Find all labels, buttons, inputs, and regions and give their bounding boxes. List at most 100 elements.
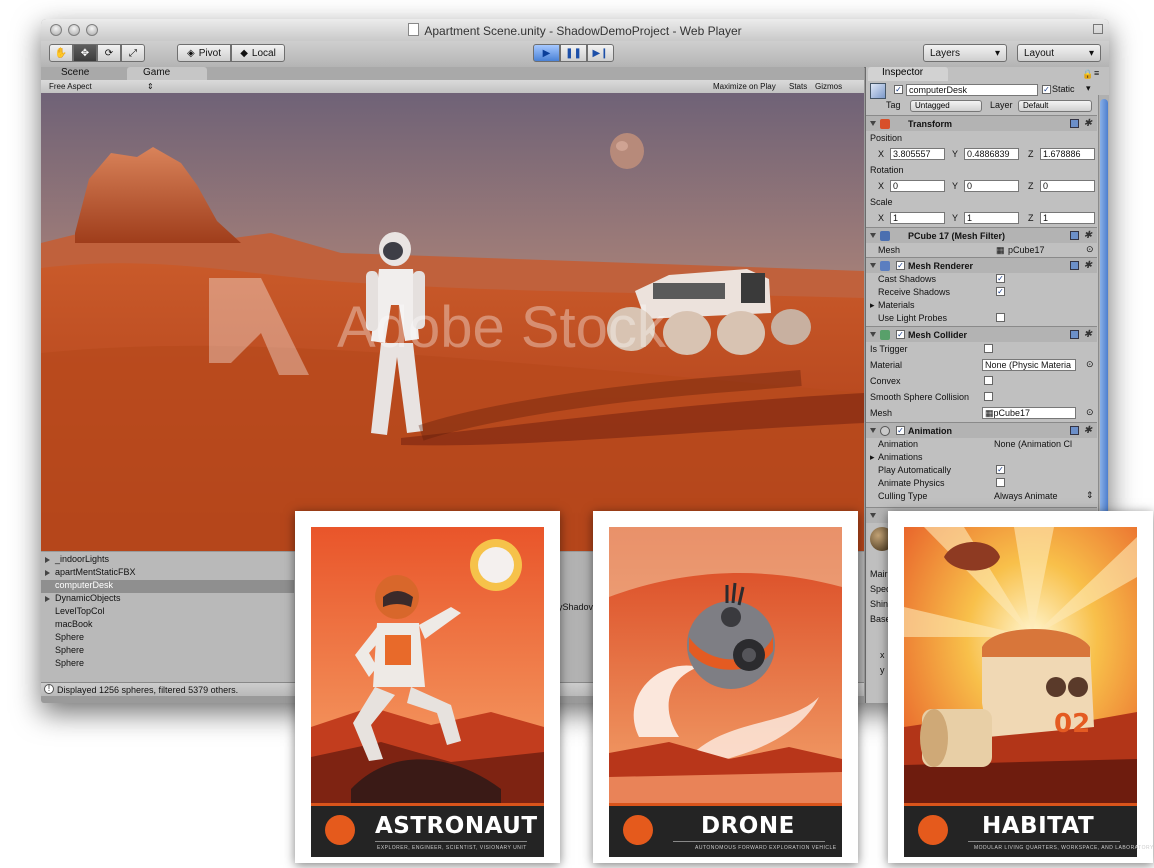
- is-trigger-checkbox[interactable]: [984, 344, 993, 353]
- position-y-field[interactable]: 0.4886839: [964, 148, 1019, 160]
- play-button[interactable]: ▶: [533, 44, 560, 62]
- smooth-sphere-collision-checkbox[interactable]: [984, 392, 993, 401]
- step-button[interactable]: ▶❙: [587, 44, 614, 62]
- collapse-arrow-icon[interactable]: [870, 513, 876, 518]
- culling-type-dropdown[interactable]: Always Animate: [994, 491, 1058, 501]
- animation-clip-value[interactable]: None (Animation Cl: [994, 439, 1072, 449]
- expand-arrow-icon[interactable]: ▸: [870, 452, 875, 463]
- gear-icon[interactable]: ✱: [1084, 330, 1092, 340]
- object-active-checkbox[interactable]: ✓: [894, 85, 903, 94]
- scrollbar-thumb[interactable]: [1100, 99, 1108, 519]
- mesh-filter-header[interactable]: PCube 17 (Mesh Filter) ✱: [866, 227, 1097, 243]
- scale-icon: ⤢: [129, 47, 137, 59]
- rotation-z-field[interactable]: 0: [1040, 180, 1095, 192]
- rotation-x-field[interactable]: 0: [890, 180, 945, 192]
- object-picker-icon[interactable]: ⊙: [1086, 359, 1094, 370]
- expand-arrow-icon[interactable]: ▸: [870, 300, 875, 311]
- object-name-field[interactable]: computerDesk: [906, 84, 1038, 96]
- collapse-arrow-icon[interactable]: [870, 121, 876, 126]
- list-item-selected[interactable]: computerDesk: [41, 580, 294, 593]
- move-tool-button[interactable]: ✥: [73, 44, 97, 62]
- convex-checkbox[interactable]: [984, 376, 993, 385]
- lock-icon[interactable]: 🔒: [1082, 69, 1093, 80]
- menu-icon[interactable]: ≡: [1094, 68, 1099, 78]
- list-item[interactable]: DynamicObjects: [41, 593, 294, 606]
- play-automatically-checkbox[interactable]: ✓: [996, 465, 1005, 474]
- layers-dropdown[interactable]: Layers ▾: [923, 44, 1007, 62]
- list-item[interactable]: LevelTopCol: [41, 606, 294, 619]
- gear-icon[interactable]: ✱: [1084, 119, 1092, 129]
- gizmos-dropdown[interactable]: Gizmos: [815, 82, 842, 91]
- drone-poster-art: [609, 527, 842, 803]
- gear-icon[interactable]: ✱: [1084, 231, 1092, 241]
- project-item-label[interactable]: yShadov: [558, 602, 593, 612]
- mesh-renderer-header[interactable]: ✓ Mesh Renderer ✱: [866, 257, 1097, 273]
- cast-shadows-checkbox[interactable]: ✓: [996, 274, 1005, 283]
- chevron-updown-icon[interactable]: ⇕: [1086, 490, 1094, 501]
- list-item[interactable]: macBook: [41, 619, 294, 632]
- expand-arrow-icon[interactable]: [45, 570, 50, 576]
- object-picker-icon[interactable]: ⊙: [1086, 407, 1094, 418]
- use-light-probes-checkbox[interactable]: [996, 313, 1005, 322]
- help-icon[interactable]: [1070, 426, 1079, 435]
- list-item[interactable]: Sphere: [41, 632, 294, 645]
- tag-dropdown[interactable]: Untagged: [910, 100, 982, 112]
- axis-x-label: X: [878, 213, 885, 223]
- receive-shadows-checkbox[interactable]: ✓: [996, 287, 1005, 296]
- game-viewport[interactable]: Adobe Stock: [41, 93, 864, 551]
- scale-x-field[interactable]: 1: [890, 212, 945, 224]
- animate-physics-checkbox[interactable]: [996, 478, 1005, 487]
- animation-enabled-checkbox[interactable]: ✓: [896, 426, 905, 435]
- list-item[interactable]: Sphere: [41, 658, 294, 671]
- layer-dropdown[interactable]: Default: [1018, 100, 1092, 112]
- stats-toggle[interactable]: Stats: [789, 82, 807, 91]
- hand-tool-button[interactable]: ✋: [49, 44, 73, 62]
- help-icon[interactable]: [1070, 330, 1079, 339]
- object-picker-icon[interactable]: ⊙: [1086, 244, 1094, 255]
- maximize-on-play-toggle[interactable]: Maximize on Play: [713, 82, 776, 91]
- position-x-field[interactable]: 3.805557: [890, 148, 945, 160]
- expand-arrow-icon[interactable]: [45, 557, 50, 563]
- scale-y-field[interactable]: 1: [964, 212, 1019, 224]
- scale-tool-button[interactable]: ⤢: [121, 44, 145, 62]
- collapse-arrow-icon[interactable]: [870, 332, 876, 337]
- scale-z-field[interactable]: 1: [1040, 212, 1095, 224]
- collapse-arrow-icon[interactable]: [870, 263, 876, 268]
- collider-material-field[interactable]: None (Physic Materia: [982, 359, 1076, 371]
- help-icon[interactable]: [1070, 261, 1079, 270]
- rotate-tool-button[interactable]: ⟳: [97, 44, 121, 62]
- rotation-y-field[interactable]: 0: [964, 180, 1019, 192]
- position-z-field[interactable]: 1.678886: [1040, 148, 1095, 160]
- mesh-renderer-enabled-checkbox[interactable]: ✓: [896, 261, 905, 270]
- gear-icon[interactable]: ✱: [1084, 261, 1092, 271]
- mesh-value[interactable]: pCube17: [1008, 245, 1045, 255]
- list-item[interactable]: _indoorLights: [41, 554, 294, 567]
- gear-icon[interactable]: ✱: [1084, 426, 1092, 436]
- mesh-collider-header[interactable]: ✓ Mesh Collider ✱: [866, 326, 1097, 342]
- help-icon[interactable]: [1070, 231, 1079, 240]
- collider-mesh-field[interactable]: ▦pCube17: [982, 407, 1076, 419]
- mesh-collider-enabled-checkbox[interactable]: ✓: [896, 330, 905, 339]
- pause-button[interactable]: ❚❚: [560, 44, 587, 62]
- list-item[interactable]: Sphere: [41, 645, 294, 658]
- pivot-button[interactable]: ◈ Pivot: [177, 44, 231, 62]
- layout-dropdown[interactable]: Layout ▾: [1017, 44, 1101, 62]
- expand-arrow-icon[interactable]: [45, 596, 50, 602]
- chevron-down-icon[interactable]: ▾: [1086, 83, 1091, 94]
- local-button[interactable]: ◆ Local: [231, 44, 285, 62]
- animations-foldout[interactable]: Animations: [878, 452, 923, 462]
- tab-scene[interactable]: Scene: [45, 67, 123, 80]
- collapse-arrow-icon[interactable]: [870, 428, 876, 433]
- aspect-dropdown[interactable]: Free Aspect: [49, 82, 92, 91]
- fullscreen-icon[interactable]: [1093, 24, 1103, 34]
- static-checkbox[interactable]: ✓: [1042, 85, 1051, 94]
- tab-game[interactable]: Game: [127, 67, 207, 80]
- materials-foldout[interactable]: Materials: [878, 300, 915, 310]
- list-item[interactable]: apartMentStaticFBX: [41, 567, 294, 580]
- help-icon[interactable]: [1070, 119, 1079, 128]
- animation-header[interactable]: ✓ Animation ✱: [866, 422, 1097, 438]
- collapse-arrow-icon[interactable]: [870, 233, 876, 238]
- tab-inspector-label: Inspector: [882, 67, 924, 78]
- tab-inspector[interactable]: Inspector: [868, 67, 948, 81]
- transform-header[interactable]: Transform ✱: [866, 115, 1097, 131]
